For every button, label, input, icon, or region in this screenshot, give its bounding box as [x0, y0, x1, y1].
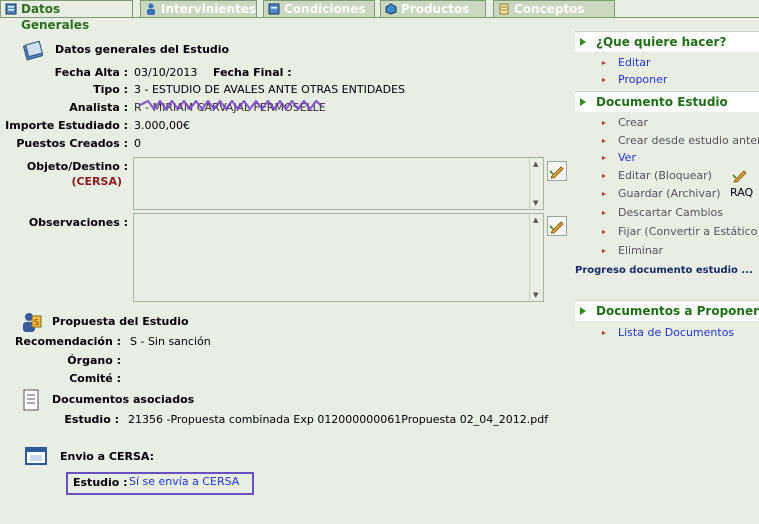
envio-estudio-value[interactable]: Sí se envía a CERSA	[129, 475, 239, 488]
tipo-value: 3 - ESTUDIO DE AVALES ANTE OTRAS ENTIDAD…	[134, 83, 406, 96]
tab-productos[interactable]: Productos	[380, 0, 486, 17]
scroll-down-icon[interactable]: ▼	[533, 291, 538, 299]
tab-condiciones[interactable]: Condiciones	[263, 0, 375, 17]
tab-datos-generales[interactable]: Datos Generales	[0, 0, 133, 32]
observaciones-scrollbar[interactable]: ▲ ▼	[529, 214, 543, 301]
arrow-right-icon	[580, 307, 586, 315]
notes-icon	[499, 3, 509, 15]
recomendacion-value: S - Sin sanción	[130, 335, 211, 348]
general-section-title: Datos generales del Estudio	[55, 43, 230, 56]
que-hacer-title: ¿Que quiere hacer?	[596, 35, 727, 49]
documento-estudio-title: Documento Estudio	[596, 95, 728, 109]
scroll-down-icon[interactable]: ▼	[533, 199, 538, 207]
pencil-icon	[549, 221, 564, 234]
proposal-person-icon: S	[23, 313, 42, 332]
arrow-right-icon	[580, 98, 586, 106]
bullet-icon	[602, 139, 606, 143]
objeto-label: Objeto/Destino :	[26, 160, 128, 173]
observaciones-textarea[interactable]: ▲ ▼	[133, 213, 544, 302]
fecha-alta-value: 03/10/2013	[134, 66, 198, 79]
bullet-icon	[602, 331, 606, 335]
importe-label: Importe Estudiado :	[5, 119, 128, 132]
progreso-documento-label: Progreso documento estudio ...	[575, 265, 753, 276]
bullet-icon	[602, 61, 606, 65]
tab-conceptos[interactable]: Conceptos	[493, 0, 615, 17]
pencil-icon	[549, 166, 564, 179]
doc-estudio-value[interactable]: 21356 -Propuesta combinada Exp 012000000…	[128, 413, 548, 426]
puestos-value: 0	[134, 137, 141, 150]
tab-label: Conceptos	[514, 2, 585, 16]
analista-label: Analista :	[69, 101, 128, 114]
bullet-icon	[602, 156, 606, 160]
folder-documents-icon	[22, 40, 44, 61]
arrow-right-icon	[580, 38, 586, 46]
documentos-section-title: Documentos asociados	[52, 393, 195, 406]
bullet-icon	[602, 192, 606, 196]
raq-label[interactable]: RAQ	[730, 186, 753, 199]
documento-estudio-header: Documento Estudio	[575, 91, 759, 112]
cube-icon	[385, 3, 397, 15]
importe-value: 3.000,00€	[134, 119, 190, 132]
document-icon	[5, 3, 17, 15]
raq-pencil-icon[interactable]	[731, 166, 749, 184]
envio-section-title: Envio a CERSA:	[60, 450, 155, 463]
puestos-label: Puestos Creados :	[16, 137, 128, 150]
tab-label: Productos	[401, 2, 470, 16]
bullet-icon	[602, 230, 606, 234]
window-icon	[25, 447, 47, 465]
edit-objeto-button[interactable]	[547, 161, 567, 181]
observaciones-label: Observaciones :	[28, 216, 128, 229]
edit-observaciones-button[interactable]	[547, 216, 567, 236]
scroll-up-icon[interactable]: ▲	[533, 216, 538, 224]
bullet-icon	[602, 121, 606, 125]
doc-estudio-label: Estudio :	[64, 413, 119, 426]
tab-label: Condiciones	[284, 2, 366, 16]
bullet-icon	[602, 174, 606, 178]
bullet-icon	[602, 249, 606, 253]
organo-label: Órgano :	[67, 354, 121, 367]
que-hacer-header: ¿Que quiere hacer?	[575, 31, 759, 52]
fecha-alta-label: Fecha Alta :	[54, 66, 128, 79]
tipo-label: Tipo :	[93, 83, 128, 96]
svg-text:S: S	[34, 318, 39, 327]
objeto-cersa-sublabel: (CERSA)	[71, 175, 122, 188]
documentos-proponer-title: Documentos a Proponer	[596, 304, 759, 318]
comite-label: Comité :	[69, 372, 121, 385]
objeto-scrollbar[interactable]: ▲ ▼	[529, 158, 543, 209]
recomendacion-label: Recomendación :	[15, 335, 121, 348]
bullet-icon	[602, 78, 606, 82]
tab-label: Intervinientes	[161, 2, 257, 16]
propuesta-section-title: Propuesta del Estudio	[52, 315, 189, 328]
fecha-final-label: Fecha Final :	[213, 66, 292, 79]
objeto-textarea[interactable]: ▲ ▼	[133, 157, 544, 210]
scroll-up-icon[interactable]: ▲	[533, 160, 538, 168]
bullet-icon	[602, 211, 606, 215]
tab-underline	[0, 17, 759, 18]
tab-intervinientes[interactable]: Intervinientes	[140, 0, 257, 17]
tab-bar: Datos Generales Intervinientes Condicion…	[0, 0, 759, 32]
person-icon	[147, 3, 155, 15]
redaction-scribble	[140, 100, 323, 110]
envio-estudio-label: Estudio :	[73, 476, 128, 489]
documentos-proponer-header: Documentos a Proponer	[575, 300, 759, 321]
document-list-icon	[23, 389, 39, 411]
document-icon	[268, 3, 280, 15]
